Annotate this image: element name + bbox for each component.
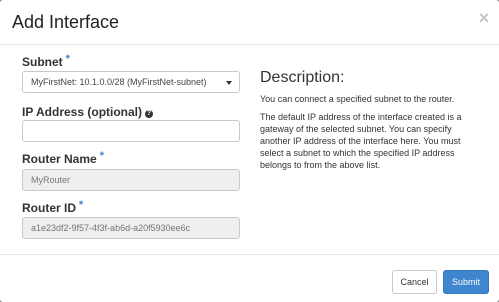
router-id-field [22, 217, 240, 239]
router-name-label: Router Name [22, 152, 97, 166]
ip-address-input[interactable] [22, 120, 240, 142]
dialog-title: Add Interface [12, 12, 120, 32]
router-id-label: Router ID [22, 201, 76, 215]
router-id-label-row: Router ID * [22, 199, 84, 215]
required-marker: * [79, 199, 84, 211]
subnet-select[interactable]: MyFirstNet: 10.1.0.0/28 (MyFirstNet-subn… [22, 71, 240, 93]
cancel-button[interactable]: Cancel [392, 270, 437, 294]
add-interface-dialog: Add Interface × Subnet * MyFirstNet: 10.1… [0, 0, 499, 302]
router-name-field [22, 169, 240, 191]
required-marker: * [99, 150, 104, 162]
description-heading: Description: [260, 69, 345, 86]
description-column: Description: You can connect a specified… [260, 68, 475, 170]
close-icon[interactable]: × [476, 8, 492, 28]
description-paragraph-2: The default IP address of the interface … [260, 112, 462, 170]
ip-address-label: IP Address (optional) [22, 105, 143, 119]
help-icon[interactable]: ? [145, 110, 154, 118]
dialog-footer: Cancel Submit [0, 254, 499, 302]
required-marker: * [65, 53, 70, 65]
chevron-down-icon [226, 81, 232, 85]
subnet-label-row: Subnet * [22, 53, 70, 69]
description-paragraph-1: You can connect a specified subnet to th… [260, 94, 455, 104]
dialog-header: Add Interface × [0, 0, 499, 45]
subnet-label: Subnet [22, 55, 63, 69]
submit-button[interactable]: Submit [443, 270, 489, 294]
router-name-label-row: Router Name * [22, 150, 104, 166]
ip-address-label-row: IP Address (optional)? [22, 105, 154, 119]
subnet-selected-value: MyFirstNet: 10.1.0.0/28 (MyFirstNet-subn… [31, 77, 207, 87]
